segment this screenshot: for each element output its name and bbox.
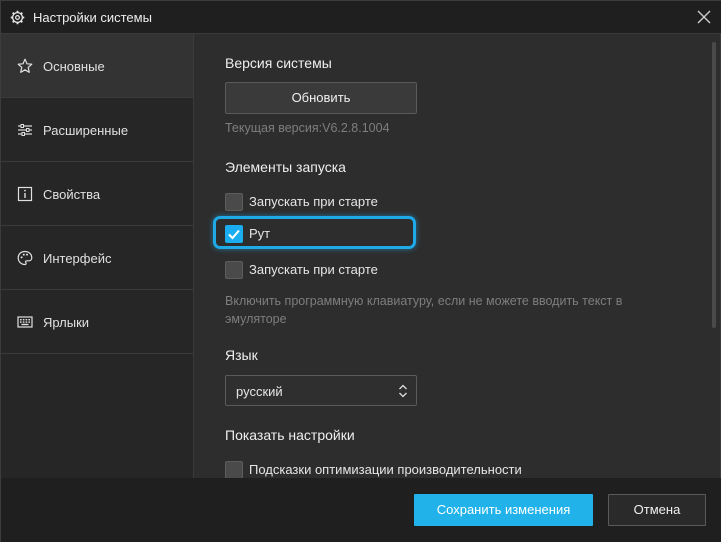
- checkbox-label: Подсказки оптимизации производительности: [249, 462, 522, 477]
- settings-window: Настройки системы Основные Расширенные С…: [0, 0, 721, 542]
- checkbox-checked[interactable]: [225, 225, 243, 243]
- gear-icon: [10, 10, 25, 25]
- sidebar-item-label: Расширенные: [43, 123, 129, 138]
- checkbox-label: Запускать при старте: [249, 194, 378, 209]
- checkbox[interactable]: [225, 261, 243, 279]
- sidebar-item-label: Свойства: [43, 187, 101, 202]
- version-section-title: Версия системы: [225, 55, 332, 71]
- sliders-icon: [17, 122, 33, 138]
- language-select-value: русский: [236, 384, 283, 399]
- star-icon: [17, 58, 33, 74]
- keyboard-hint-text: Включить программную клавиатуру, если не…: [225, 294, 623, 326]
- root-highlight-frame: [213, 216, 416, 249]
- current-version-text: Текущая версия:V6.2.8.1004: [225, 121, 390, 135]
- checkbox[interactable]: [225, 193, 243, 211]
- startup-section-title: Элементы запуска: [225, 159, 346, 175]
- close-icon[interactable]: [696, 9, 712, 25]
- sidebar-item-properties[interactable]: Свойства: [1, 162, 193, 226]
- update-button[interactable]: Обновить: [225, 82, 417, 114]
- sidebar-item-shortcuts[interactable]: Ярлыки: [1, 290, 193, 354]
- keyboard-icon: [17, 314, 33, 330]
- content-scrollbar[interactable]: [712, 42, 716, 328]
- language-section-title: Язык: [225, 347, 258, 363]
- title-bar: Настройки системы: [1, 1, 721, 34]
- sidebar-item-label: Интерфейс: [43, 251, 112, 266]
- check-icon: [228, 229, 240, 240]
- checkbox-label: Запускать при старте: [249, 262, 378, 277]
- dialog-footer: Сохранить изменения Отмена: [1, 478, 721, 542]
- palette-icon: [17, 250, 33, 266]
- settings-content: Версия системы Обновить Текущая версия:V…: [194, 34, 720, 478]
- info-icon: [17, 186, 33, 202]
- sidebar-item-label: Ярлыки: [43, 315, 90, 330]
- sidebar-item-label: Основные: [43, 59, 105, 74]
- sidebar-item-interface[interactable]: Интерфейс: [1, 226, 193, 290]
- window-title: Настройки системы: [33, 10, 152, 25]
- cancel-button[interactable]: Отмена: [608, 494, 706, 526]
- display-section-title: Показать настройки: [225, 427, 355, 443]
- sidebar-item-general[interactable]: Основные: [1, 34, 193, 98]
- checkbox[interactable]: [225, 461, 243, 478]
- chevron-updown-icon: [398, 382, 408, 400]
- save-changes-button[interactable]: Сохранить изменения: [414, 494, 593, 526]
- sidebar: Основные Расширенные Свойства Интерфейс …: [1, 34, 194, 478]
- sidebar-item-advanced[interactable]: Расширенные: [1, 98, 193, 162]
- checkbox-label: Рут: [249, 226, 271, 241]
- language-select[interactable]: русский: [225, 375, 417, 406]
